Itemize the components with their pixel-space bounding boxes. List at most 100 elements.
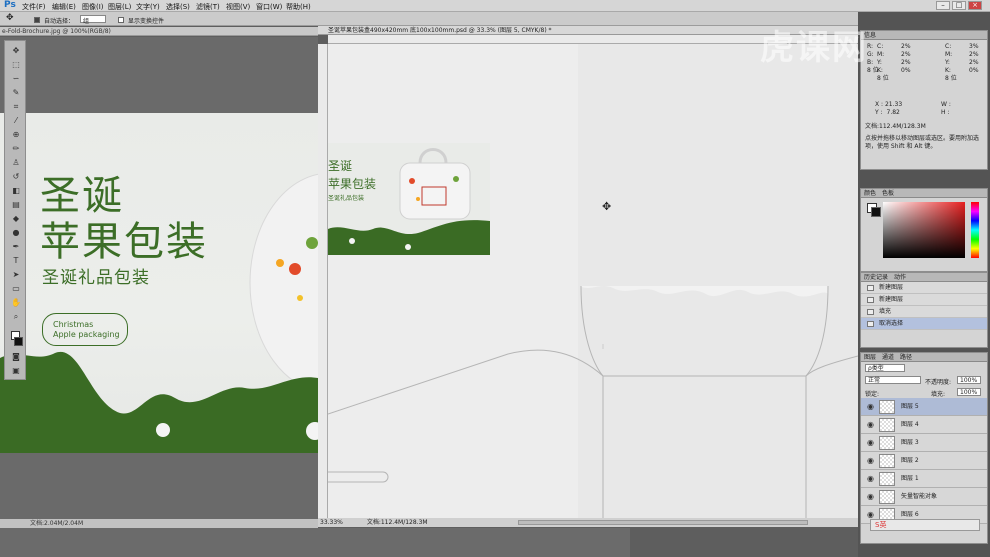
path-select-icon[interactable]: ➤ <box>11 271 21 279</box>
pen-tool-icon[interactable]: ✒ <box>11 243 21 251</box>
menu-filter[interactable]: 滤镜(T) <box>196 2 220 12</box>
layer-row[interactable]: ◉ 图层 1 <box>861 470 987 488</box>
lock-row: 锁定: 填充: 100% <box>861 386 987 398</box>
menu-file[interactable]: 文件(F) <box>22 2 46 12</box>
menu-image[interactable]: 图像(I) <box>82 2 104 12</box>
eyedropper-tool-icon[interactable]: ⁄ <box>11 117 21 125</box>
eraser-tool-icon[interactable]: ◧ <box>11 187 21 195</box>
dieline-slope <box>328 349 604 415</box>
horizontal-scrollbar[interactable] <box>518 520 808 525</box>
menu-layer[interactable]: 图层(L) <box>108 2 131 12</box>
move-tool-icon[interactable]: ✥ <box>11 47 21 55</box>
blend-mode-select[interactable]: 正常 <box>865 376 921 384</box>
thumb-title-line2: 苹果包装 <box>328 177 377 191</box>
layer-row[interactable]: ◉ 图层 2 <box>861 452 987 470</box>
visibility-eye-icon: ◉ <box>867 474 874 483</box>
panel-dock: 信息 R: G: B: 8 位 C: M: Y: K: 8 位 2% 2% 2% 0% C: M: Y:… <box>858 12 990 557</box>
layer-row[interactable]: ◉ 图层 3 <box>861 434 987 452</box>
auto-select-checkbox[interactable] <box>34 16 40 23</box>
history-item[interactable]: 新建图层 <box>861 282 987 294</box>
thumb-subtitle: 圣诞礼品包装 <box>328 195 365 202</box>
stamp-tool-icon[interactable]: ♙ <box>11 159 21 167</box>
layers-panel: 图层 通道 路径 ρ类型 正常 不透明度: 100% 锁定: 填充: 100% ◉ 图… <box>860 352 988 544</box>
menu-view[interactable]: 视图(V) <box>226 2 250 12</box>
info-cmyk-labels-right: C: M: Y: K: 8 位 <box>945 43 957 82</box>
layer-row-active[interactable]: ◉ 图层 5 <box>861 398 987 416</box>
tab-history[interactable]: 历史记录 <box>864 274 888 281</box>
banner-pill: Christmas Apple packaging <box>42 313 128 346</box>
history-item[interactable]: 填充 <box>861 306 987 318</box>
visibility-eye-icon: ◉ <box>867 492 874 501</box>
marquee-tool-icon[interactable]: ⬚ <box>11 61 21 69</box>
menu-edit[interactable]: 编辑(E) <box>52 2 76 12</box>
menu-help[interactable]: 帮助(H) <box>286 2 311 12</box>
shape-tool-icon[interactable]: ▭ <box>11 285 21 293</box>
photoshop-logo: Ps <box>4 0 16 10</box>
dodge-tool-icon[interactable]: ● <box>11 229 21 237</box>
healing-tool-icon[interactable]: ⊕ <box>11 131 21 139</box>
type-tool-icon[interactable]: T <box>11 257 21 265</box>
menu-select[interactable]: 选择(S) <box>166 2 190 12</box>
gradient-tool-icon[interactable]: ▤ <box>11 201 21 209</box>
zoom-level[interactable]: 33.33% <box>320 519 343 526</box>
transform-controls-checkbox[interactable] <box>118 16 124 23</box>
doc1-status: 文档:2.04M/2.04M <box>0 519 318 528</box>
auto-select-dropdown[interactable]: 组 <box>80 15 106 25</box>
opacity-label: 不透明度: <box>925 379 952 386</box>
ime-toolbar[interactable]: S英 <box>870 519 980 531</box>
workspace-bottom <box>0 528 630 557</box>
fill-input[interactable]: 100% <box>957 388 981 396</box>
hue-slider[interactable] <box>971 202 979 258</box>
color-fg-swatch[interactable] <box>871 207 881 217</box>
opacity-input[interactable]: 100% <box>957 376 981 384</box>
dieline <box>328 44 858 518</box>
banner-subtitle: 圣诞礼品包装 <box>42 268 150 288</box>
tab-channels[interactable]: 通道 <box>882 354 894 361</box>
restore-button[interactable]: □ <box>952 1 966 10</box>
tab-swatches[interactable]: 色板 <box>882 190 894 197</box>
packaging-canvas[interactable]: ✥ <box>328 44 858 518</box>
screen-mode-icon[interactable]: ▣ <box>11 367 21 375</box>
dot-yellow <box>297 295 303 301</box>
layer-filter-select[interactable]: ρ类型 <box>865 364 905 372</box>
dieline-tab <box>328 471 389 483</box>
info-cmyk-values-right: 3% 2% 2% 0% <box>969 43 979 74</box>
watermark-logo: 虎课网 <box>760 28 868 68</box>
color-picker-field[interactable] <box>883 202 965 258</box>
lock-label: 锁定: <box>865 391 880 398</box>
layer-filter-row: ρ类型 <box>861 362 987 374</box>
close-button[interactable]: × <box>968 1 982 10</box>
history-item-active[interactable]: 取消选择 <box>861 318 987 330</box>
banner-thumbnail[interactable]: 圣诞 苹果包装 圣诞礼品包装 <box>328 143 490 255</box>
layer-row[interactable]: ◉ 矢量智能对象 <box>861 488 987 506</box>
brush-tool-icon[interactable]: ✏ <box>11 145 21 153</box>
tab-actions[interactable]: 动作 <box>894 274 906 281</box>
tab-paths[interactable]: 路径 <box>900 354 912 361</box>
doc1-tab[interactable]: e-Fold-Brochure.jpg @ 100%(RGB/8) <box>0 27 318 36</box>
menu-type[interactable]: 文字(Y) <box>136 2 160 12</box>
menu-window[interactable]: 窗口(W) <box>256 2 282 12</box>
foreground-color-swatch[interactable] <box>14 337 23 346</box>
layer-row[interactable]: ◉ 图层 4 <box>861 416 987 434</box>
lasso-tool-icon[interactable]: ∽ <box>11 75 21 83</box>
visibility-eye-icon: ◉ <box>867 456 874 465</box>
quick-mask-icon[interactable]: ◙ <box>11 353 21 361</box>
dot-red <box>289 263 301 275</box>
crop-tool-icon[interactable]: ⌗ <box>11 103 21 111</box>
transform-controls-label: 显示变换控件 <box>128 18 165 25</box>
toolbox: ✥ ⬚ ∽ ✎ ⌗ ⁄ ⊕ ✏ ♙ ↺ ◧ ▤ ◆ ● ✒ T ➤ ▭ ✋ ⌕ … <box>4 40 26 380</box>
history-panel: 历史记录 动作 新建图层 新建图层 填充 取消选择 <box>860 272 988 348</box>
dot-green <box>306 237 318 249</box>
hand-tool-icon[interactable]: ✋ <box>11 299 21 307</box>
tab-layers[interactable]: 图层 <box>864 354 876 361</box>
info-cmyk-values: 2% 2% 2% 0% <box>901 43 911 74</box>
tab-color[interactable]: 颜色 <box>864 190 876 197</box>
zoom-tool-icon[interactable]: ⌕ <box>11 313 21 321</box>
ime-label: S英 <box>875 521 887 529</box>
history-item[interactable]: 新建图层 <box>861 294 987 306</box>
blur-tool-icon[interactable]: ◆ <box>11 215 21 223</box>
info-panel: 信息 R: G: B: 8 位 C: M: Y: K: 8 位 2% 2% 2% 0% C: M: Y:… <box>860 30 988 170</box>
minimize-button[interactable]: – <box>936 1 950 10</box>
history-brush-icon[interactable]: ↺ <box>11 173 21 181</box>
quick-select-tool-icon[interactable]: ✎ <box>11 89 21 97</box>
